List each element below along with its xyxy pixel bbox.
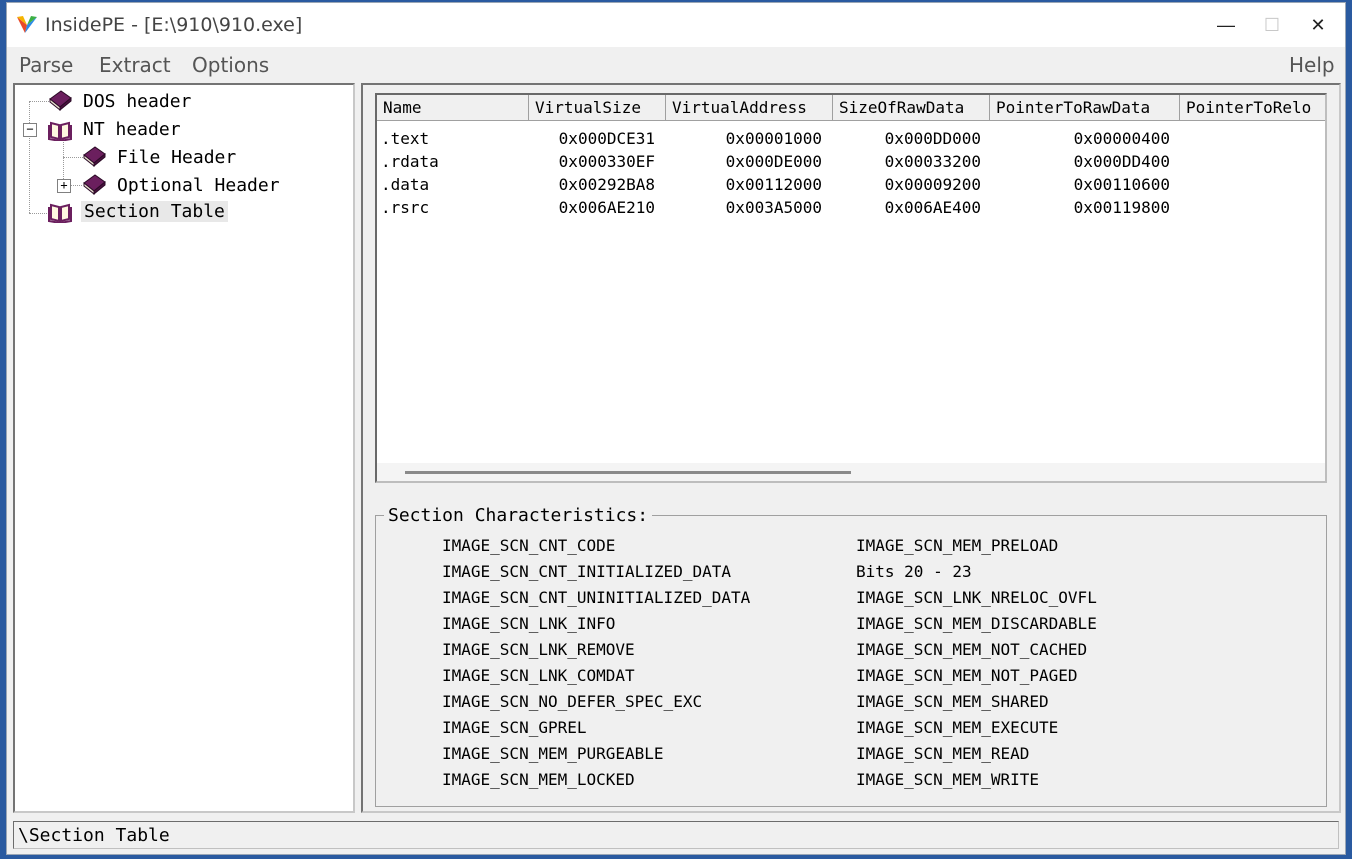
app-window: InsidePE - [E:\910\910.exe] — ☐ ✕ Parse … [6,2,1346,855]
minimize-icon: — [1217,14,1235,35]
characteristic-flag: IMAGE_SCN_CNT_UNINITIALIZED_DATA [442,588,751,607]
table-cell-virtualaddress: 0x00001000 [725,129,822,148]
table-cell-sizeofrawdata: 0x00033200 [884,152,981,171]
scrollbar-thumb[interactable] [405,471,851,474]
characteristic-flag: IMAGE_SCN_CNT_INITIALIZED_DATA [442,562,731,581]
characteristic-flag: IMAGE_SCN_MEM_DISCARDABLE [856,614,1097,633]
table-cell-virtualsize: 0x000DCE31 [558,129,655,148]
characteristic-flag: IMAGE_SCN_NO_DEFER_SPEC_EXC [442,692,703,711]
table-cell-sizeofrawdata: 0x00009200 [884,175,981,194]
characteristic-flag: IMAGE_SCN_MEM_READ [856,744,1030,763]
table-cell-virtualsize: 0x00292BA8 [558,175,655,194]
column-header-virtualaddress[interactable]: VirtualAddress [666,95,833,121]
expand-toggle[interactable]: + [57,179,71,193]
window-title: InsidePE - [E:\910\910.exe] [45,14,303,36]
table-cell-pointertorawdata: 0x000DD400 [1073,152,1170,171]
characteristic-flag: IMAGE_SCN_MEM_PRELOAD [856,536,1059,555]
tree-item-optional-header[interactable]: Optional Header [117,175,280,196]
maximize-icon: ☐ [1263,14,1281,35]
table-cell-pointertorawdata: 0x00000400 [1073,129,1170,148]
menu-bar: Parse Extract Options Help [7,47,1345,83]
tree-line [63,157,83,159]
column-header-sizeofrawdata[interactable]: SizeOfRawData [833,95,990,121]
tree-item-nt-header[interactable]: NT header [83,119,181,140]
section-characteristics-group: Section Characteristics: IMAGE_SCN_CNT_C… [375,505,1327,807]
menu-extract[interactable]: Extract [99,53,171,77]
menu-options[interactable]: Options [192,53,269,77]
characteristic-flag: IMAGE_SCN_CNT_CODE [442,536,616,555]
tree-item-dos-header[interactable]: DOS header [83,91,191,112]
closed-book-icon [49,90,72,111]
open-book-icon [48,203,72,223]
tree-item-file-header[interactable]: File Header [117,147,236,168]
horizontal-scrollbar[interactable] [377,463,1325,481]
column-header-virtualsize[interactable]: VirtualSize [529,95,666,121]
characteristic-flag: IMAGE_SCN_MEM_PURGEABLE [442,744,664,763]
characteristic-flag: IMAGE_SCN_MEM_WRITE [856,770,1040,789]
table-cell-virtualaddress: 0x00112000 [725,175,822,194]
table-cell-name[interactable]: .text [381,129,429,148]
closed-book-icon [83,174,106,195]
table-cell-virtualaddress: 0x000DE000 [725,152,822,171]
characteristic-flag: IMAGE_SCN_MEM_NOT_PAGED [856,666,1078,685]
collapse-toggle[interactable]: − [23,123,37,137]
minus-icon: − [26,122,34,136]
plus-icon: + [60,178,68,192]
title-bar[interactable]: InsidePE - [E:\910\910.exe] — ☐ ✕ [7,3,1345,47]
characteristic-flag: IMAGE_SCN_LNK_NRELOC_OVFL [856,588,1097,607]
table-cell-name[interactable]: .rdata [381,152,439,171]
table-cell-pointertorawdata: 0x00119800 [1073,198,1170,217]
menu-help[interactable]: Help [1289,53,1335,77]
characteristic-flag: IMAGE_SCN_MEM_SHARED [856,692,1049,711]
tree-line [29,101,31,213]
table-cell-sizeofrawdata: 0x000DD000 [884,129,981,148]
characteristic-flag: IMAGE_SCN_LNK_REMOVE [442,640,635,659]
tree-view[interactable]: DOS header − NT header File Header + Opt… [13,83,355,813]
table-cell-virtualaddress: 0x003A5000 [725,198,822,217]
characteristic-flag: IMAGE_SCN_LNK_INFO [442,614,616,633]
table-cell-name[interactable]: .rsrc [381,198,429,217]
group-title: Section Characteristics: [384,505,653,526]
tree-line [29,213,49,215]
status-bar: \Section Table [13,821,1339,849]
tree-line [29,101,49,103]
table-cell-sizeofrawdata: 0x006AE400 [884,198,981,217]
table-cell-virtualsize: 0x000330EF [558,152,655,171]
characteristic-flag: Bits 20 - 23 [856,562,972,581]
minimize-button[interactable]: — [1203,3,1249,47]
table-cell-pointertorawdata: 0x00110600 [1073,175,1170,194]
column-header-pointertorawdata[interactable]: PointerToRawData [990,95,1180,121]
section-list[interactable]: Name VirtualSize VirtualAddress SizeOfRa… [375,93,1327,483]
menu-parse[interactable]: Parse [19,53,73,77]
characteristic-flag: IMAGE_SCN_MEM_EXECUTE [856,718,1059,737]
table-cell-name[interactable]: .data [381,175,429,194]
app-logo-icon [17,16,37,33]
details-pane: Name VirtualSize VirtualAddress SizeOfRa… [361,83,1341,813]
characteristic-flag: IMAGE_SCN_GPREL [442,718,587,737]
status-path: \Section Table [18,825,170,846]
maximize-button[interactable]: ☐ [1249,3,1295,47]
close-button[interactable]: ✕ [1295,3,1341,47]
characteristic-flag: IMAGE_SCN_MEM_NOT_CACHED [856,640,1088,659]
column-header-pointertorelocations[interactable]: PointerToRelo [1180,95,1325,121]
table-cell-virtualsize: 0x006AE210 [558,198,655,217]
close-icon: ✕ [1310,14,1326,35]
characteristic-flag: IMAGE_SCN_LNK_COMDAT [442,666,635,685]
column-header-name[interactable]: Name [377,95,529,121]
open-book-icon [48,121,72,141]
closed-book-icon [83,146,106,167]
tree-item-section-table[interactable]: Section Table [81,201,228,222]
characteristic-flag: IMAGE_SCN_MEM_LOCKED [442,770,635,789]
